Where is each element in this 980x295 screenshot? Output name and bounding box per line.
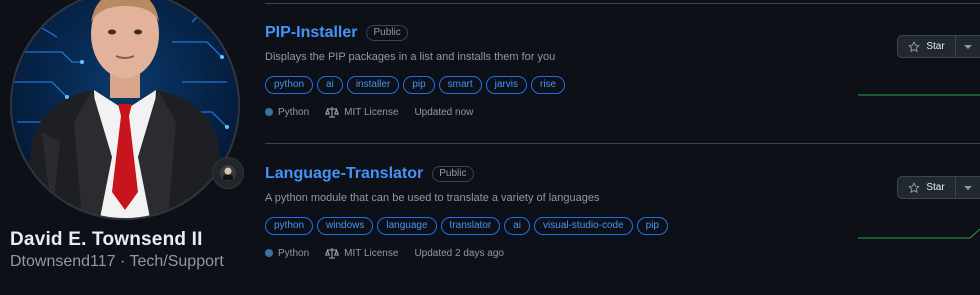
visibility-badge: Public [366,25,408,41]
topic-tag[interactable]: rise [531,76,566,94]
star-button[interactable]: Star [898,177,956,198]
topic-tag[interactable]: python [265,76,314,94]
topic-tag[interactable]: installer [346,76,400,94]
topic-tag[interactable]: pip [403,76,435,94]
triangle-down-icon [964,44,972,49]
repo-description: Displays the PIP packages in a list and … [265,51,556,63]
status-emoji-icon[interactable] [212,157,244,189]
triangle-down-icon [964,185,972,190]
repo-item: Language-Translator Public A python modu… [265,165,980,295]
repo-link[interactable]: Language-Translator [265,165,423,183]
repo-item: PIP-Installer Public Displays the PIP pa… [265,24,980,154]
profile-login: Dtownsend117 · Tech/Support [10,253,224,270]
topic-tag[interactable]: smart [438,76,482,94]
status-figure-icon [220,165,236,181]
language-color-dot [265,249,273,257]
list-divider [265,143,980,144]
star-button[interactable]: Star [898,36,956,57]
star-button-group: Star [897,35,980,58]
topic-tag[interactable]: python [265,217,314,235]
topic-tag[interactable]: ai [504,217,531,235]
repo-license[interactable]: MIT License [325,106,398,118]
repo-updated: Updated now [414,106,474,118]
avatar-illustration [12,0,229,218]
law-icon [325,248,340,259]
star-label: Star [926,41,945,52]
list-divider [265,3,980,4]
repo-license[interactable]: MIT License [325,247,398,259]
repo-link[interactable]: PIP-Installer [265,24,357,42]
topic-tag[interactable]: windows [317,217,374,235]
topic-tag[interactable]: ai [317,76,343,94]
profile-avatar[interactable] [10,0,240,220]
star-list-dropdown[interactable] [956,36,980,57]
license-label: MIT License [344,106,399,118]
star-button-group: Star [897,176,980,199]
repo-meta: Python MIT License Updated now [265,106,980,118]
activity-sparkline [858,94,980,96]
repo-language: Python [265,107,309,118]
profile-name: David E. Townsend II [10,229,203,250]
language-color-dot [265,108,273,116]
star-label: Star [926,182,945,193]
topic-tag[interactable]: pip [636,217,668,235]
activity-sparkline [858,228,980,239]
repo-language: Python [265,248,309,259]
topic-tag[interactable]: language [377,217,437,235]
language-label: Python [278,247,310,259]
star-list-dropdown[interactable] [956,177,980,198]
language-label: Python [278,106,310,118]
visibility-badge: Public [432,166,474,182]
topic-tag[interactable]: translator [440,217,501,235]
repo-updated: Updated 2 days ago [414,247,504,259]
topic-tag[interactable]: jarvis [485,76,527,94]
license-label: MIT License [344,247,399,259]
topic-tag[interactable]: visual-studio-code [534,217,633,235]
repo-meta: Python MIT License Updated 2 days ago [265,247,980,259]
repo-description: A python module that can be used to tran… [265,192,600,204]
law-icon [325,107,340,118]
star-icon [908,40,920,52]
star-icon [908,181,920,193]
